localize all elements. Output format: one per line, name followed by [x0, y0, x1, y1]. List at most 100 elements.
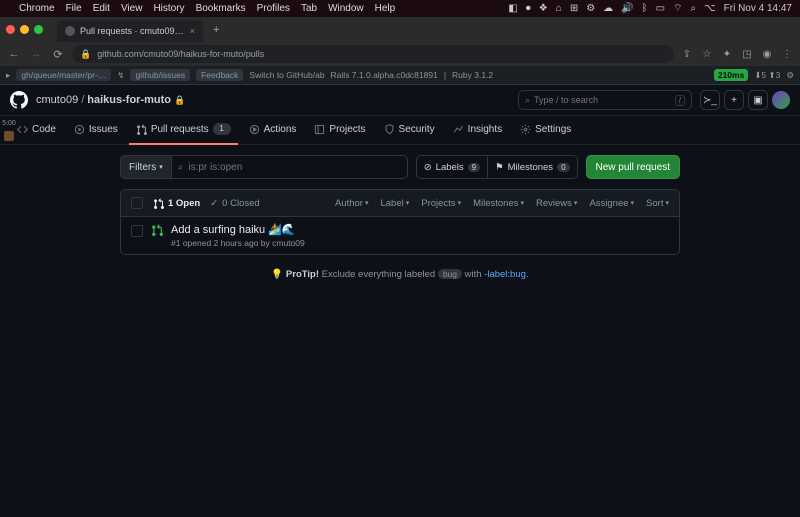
app-menus: Chrome File Edit View History Bookmarks … — [19, 3, 395, 14]
sort-milestones[interactable]: Milestones▾ — [473, 198, 524, 209]
extensions-icon[interactable]: ✦ — [720, 47, 734, 61]
repo-link[interactable]: haikus-for-muto — [87, 94, 171, 106]
menu-bookmarks[interactable]: Bookmarks — [196, 3, 246, 14]
reload-button[interactable]: ⟳ — [50, 46, 66, 62]
dev-timing[interactable]: 210ms — [714, 69, 748, 81]
owner-link[interactable]: cmuto09 — [36, 94, 78, 106]
bookmark-icon[interactable]: ☆ — [700, 47, 714, 61]
avatar[interactable] — [772, 91, 790, 109]
pr-title[interactable]: Add a surfing haiku 🏄🌊 — [171, 223, 305, 236]
wifi-icon[interactable]: ⌔ — [673, 2, 682, 15]
global-search[interactable]: ⌕ Type / to search / — [518, 90, 692, 110]
address-bar[interactable]: 🔒 github.com/cmuto09/haikus-for-muto/pul… — [72, 45, 674, 63]
open-filter[interactable]: 1 Open — [153, 198, 200, 209]
dev-timing-extra: ⬇5 ⬆3 — [754, 70, 780, 81]
tab-strip: Pull requests · cmuto09/haik… × + — [0, 17, 800, 42]
nav-actions[interactable]: Actions — [242, 115, 304, 145]
toolbar-row: ← → ⟳ 🔒 github.com/cmuto09/haikus-for-mu… — [0, 42, 800, 66]
status-icon[interactable]: ⊞ — [570, 3, 578, 14]
share-icon[interactable]: ⇪ — [680, 47, 694, 61]
status-icon[interactable]: ☁ — [603, 3, 613, 14]
protip-link[interactable]: -label:bug — [484, 269, 526, 280]
status-icon[interactable]: ⚙ — [586, 3, 595, 14]
tab-title: Pull requests · cmuto09/haik… — [80, 26, 185, 36]
milestones-button[interactable]: ⚑Milestones0 — [487, 155, 577, 179]
dev-ruby: Ruby 3.1.2 — [452, 70, 493, 80]
menu-chrome[interactable]: Chrome — [19, 3, 55, 14]
dev-chip[interactable]: github/issues — [130, 69, 190, 81]
status-icon[interactable]: ◧ — [508, 3, 517, 14]
menu-icon[interactable]: ⋮ — [780, 47, 794, 61]
header-actions: ≻_ + ▣ — [700, 90, 790, 110]
browser-actions: ⇪ ☆ ✦ ◳ ◉ ⋮ — [680, 47, 794, 61]
menu-tab[interactable]: Tab — [301, 3, 317, 14]
github-header: cmuto09/haikus-for-muto 🔒 ⌕ Type / to se… — [0, 85, 800, 116]
nav-security[interactable]: Security — [377, 115, 442, 145]
breadcrumb: cmuto09/haikus-for-muto 🔒 — [36, 94, 185, 106]
tag-icon: ⊘ — [424, 162, 432, 173]
search-placeholder: Type / to search — [534, 95, 598, 105]
dev-sep-icon: ↯ — [117, 70, 124, 81]
github-logo-icon[interactable] — [10, 91, 28, 109]
repo-nav: Code Issues Pull requests1 Actions Proje… — [0, 116, 800, 145]
new-tab-button[interactable]: + — [209, 24, 223, 36]
nav-projects[interactable]: Projects — [307, 115, 372, 145]
menu-file[interactable]: File — [66, 3, 82, 14]
menu-edit[interactable]: Edit — [93, 3, 110, 14]
nav-insights[interactable]: Insights — [446, 115, 509, 145]
url-text: github.com/cmuto09/haikus-for-muto/pulls — [97, 49, 264, 59]
browser-tab[interactable]: Pull requests · cmuto09/haik… × — [57, 20, 203, 42]
status-icon[interactable]: ❖ — [539, 3, 548, 14]
row-checkbox[interactable] — [131, 225, 143, 237]
menubar-status: ◧ ⏺ ❖ ⌂ ⊞ ⚙ ☁ 🔊 ᛒ ▭ ⌔ ⌕ ⌥ Fri Nov 4 14:4… — [508, 2, 792, 15]
create-button[interactable]: + — [724, 90, 744, 110]
dev-switch[interactable]: Switch to GitHub/ab — [249, 70, 324, 80]
profile-icon[interactable]: ◉ — [760, 47, 774, 61]
minimize-window[interactable] — [20, 25, 29, 34]
forward-button[interactable]: → — [28, 46, 44, 62]
sort-author[interactable]: Author▾ — [335, 198, 369, 209]
command-palette-button[interactable]: ≻_ — [700, 90, 720, 110]
dev-chip[interactable]: gh/queue/master/pr-… — [16, 69, 111, 81]
close-window[interactable] — [6, 25, 15, 34]
close-tab-icon[interactable]: × — [190, 26, 195, 36]
sort-label[interactable]: Label▾ — [380, 198, 409, 209]
pr-row[interactable]: Add a surfing haiku 🏄🌊 #1 opened 2 hours… — [121, 217, 679, 254]
nav-settings[interactable]: Settings — [513, 115, 578, 145]
search-icon[interactable]: ⌕ — [690, 3, 696, 14]
dev-icon[interactable]: ▸ — [6, 70, 10, 81]
check-icon: ✓ — [210, 198, 218, 209]
notifications-button[interactable]: ▣ — [748, 90, 768, 110]
battery-icon[interactable]: ▭ — [656, 3, 665, 14]
sort-assignee[interactable]: Assignee▾ — [589, 198, 634, 209]
labels-button[interactable]: ⊘Labels9 — [416, 155, 487, 179]
filters-search-input[interactable]: ⌕ is:pr is:open — [171, 155, 408, 179]
select-all-checkbox[interactable] — [131, 197, 143, 209]
sort-sort[interactable]: Sort▾ — [646, 198, 669, 209]
menu-view[interactable]: View — [121, 3, 143, 14]
sort-reviews[interactable]: Reviews▾ — [536, 198, 577, 209]
bluetooth-icon[interactable]: ᛒ — [642, 3, 648, 14]
nav-pull-requests[interactable]: Pull requests1 — [129, 115, 238, 145]
dev-settings-icon[interactable]: ⚙ — [786, 70, 794, 81]
dev-chip[interactable]: Feedback — [196, 69, 243, 81]
status-icon[interactable]: ⌂ — [556, 3, 562, 14]
menu-help[interactable]: Help — [375, 3, 396, 14]
status-icon[interactable]: ⏺ — [526, 3, 531, 14]
new-pull-request-button[interactable]: New pull request — [586, 155, 680, 179]
nav-issues[interactable]: Issues — [67, 115, 125, 145]
extension-icon[interactable]: ◳ — [740, 47, 754, 61]
menu-history[interactable]: History — [153, 3, 184, 14]
closed-filter[interactable]: ✓0 Closed — [210, 198, 259, 209]
volume-icon[interactable]: 🔊 — [621, 3, 633, 14]
clock[interactable]: Fri Nov 4 14:47 — [724, 3, 792, 14]
back-button[interactable]: ← — [6, 46, 22, 62]
zoom-window[interactable] — [34, 25, 43, 34]
control-center-icon[interactable]: ⌥ — [704, 3, 716, 14]
filters-button[interactable]: Filters▾ — [120, 155, 171, 179]
labels-milestones-group: ⊘Labels9 ⚑Milestones0 — [416, 155, 578, 179]
menu-window[interactable]: Window — [328, 3, 364, 14]
sort-projects[interactable]: Projects▾ — [421, 198, 461, 209]
menu-profiles[interactable]: Profiles — [257, 3, 290, 14]
pr-list-header: 1 Open ✓0 Closed Author▾ Label▾ Projects… — [121, 190, 679, 217]
